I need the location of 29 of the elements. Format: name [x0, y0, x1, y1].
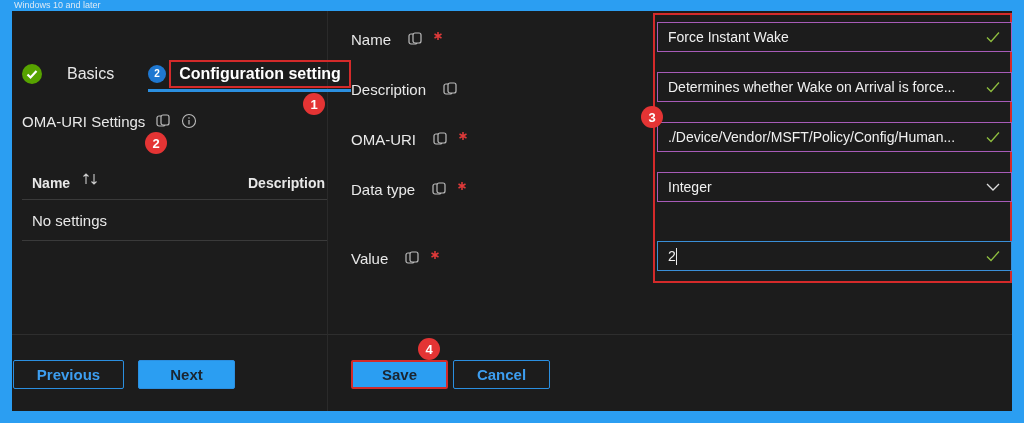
copy-icon [155, 113, 172, 129]
column-header[interactable]: Name [32, 175, 71, 191]
platform-caption: Windows 10 and later [14, 0, 101, 10]
wizard-step-tab[interactable]: Basics [22, 58, 125, 92]
column-header[interactable]: Description [248, 175, 325, 191]
empty-table-text: No settings [32, 211, 108, 229]
step-number-badge: 2 [148, 64, 167, 83]
copy-icon [431, 181, 448, 197]
copy-icon [442, 81, 459, 97]
primary-button[interactable]: Save [351, 360, 448, 389]
primary-button[interactable]: Next [138, 360, 235, 389]
field-label: Name [351, 30, 391, 48]
check-circle-icon [22, 63, 42, 84]
dropdown-field[interactable]: Integer [657, 172, 1012, 202]
field-label: Value [351, 249, 389, 267]
info-icon [181, 113, 198, 129]
secondary-button[interactable]: Cancel [453, 360, 550, 389]
input-field[interactable]: ./Device/Vendor/MSFT/Policy/Config/Human... [657, 122, 1012, 152]
input-field[interactable]: Determines whether Wake on Arrival is force... [657, 72, 1012, 102]
secondary-button[interactable]: Previous [13, 360, 124, 389]
field-label: Data type [351, 180, 416, 198]
copy-icon [432, 131, 448, 147]
input-field[interactable]: Force Instant Wake [657, 22, 1012, 52]
section-title: OMA-URI Settings [22, 112, 146, 130]
copy-icon [407, 31, 423, 47]
input-field[interactable]: 2 [657, 241, 1012, 271]
field-label: Description [351, 80, 427, 98]
field-label: OMA-URI [351, 130, 416, 148]
copy-icon [404, 250, 421, 266]
